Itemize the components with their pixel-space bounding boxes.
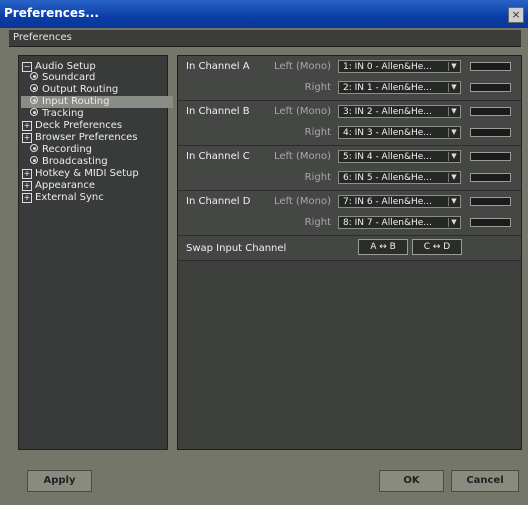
left-side-label: Left (Mono) — [274, 106, 331, 117]
right-input-select[interactable]: 6: IN 5 - Allen&He... ▼ — [338, 171, 461, 184]
bullet-icon — [30, 156, 38, 164]
right-side-label: Right — [304, 217, 331, 228]
ok-button[interactable]: OK — [379, 470, 444, 492]
sidebar-item[interactable]: + External Sync — [22, 192, 104, 204]
chevron-down-icon[interactable]: ▼ — [448, 107, 459, 116]
sidebar-item[interactable]: Recording — [22, 144, 92, 156]
right-input-select[interactable]: 2: IN 1 - Allen&He... ▼ — [338, 81, 461, 94]
level-meter — [470, 197, 511, 206]
left-input-select[interactable]: 1: IN 0 - Allen&He... ▼ — [338, 60, 461, 73]
level-meter — [470, 218, 511, 227]
title-bar[interactable]: Preferences... × — [0, 0, 528, 28]
plus-box-icon[interactable]: + — [22, 133, 32, 143]
sidebar-item-label: Audio Setup — [35, 61, 96, 72]
sidebar-item-label: Browser Preferences — [35, 132, 138, 143]
sidebar-item-label: External Sync — [35, 192, 104, 203]
sidebar-item[interactable]: Soundcard — [22, 72, 95, 84]
swap-ab-button[interactable]: A ↔ B — [358, 239, 408, 255]
sidebar-item-label: Hotkey & MIDI Setup — [35, 168, 139, 179]
channel-group: In Channel D Left (Mono) 7: IN 6 - Allen&H… — [178, 191, 521, 236]
input-routing-panel: In Channel A Left (Mono) 1: IN 0 - Allen&H… — [177, 55, 522, 450]
right-side-label: Right — [304, 82, 331, 93]
window-title: Preferences... — [4, 6, 99, 20]
level-meter — [470, 173, 511, 182]
select-value: 7: IN 6 - Allen&He... — [343, 197, 432, 207]
sidebar-tree: − Audio Setup Soundcard Output Routing Input… — [18, 55, 173, 450]
preferences-window: Preferences... × Preferences − Audio Setu… — [0, 0, 528, 505]
right-side-label: Right — [304, 127, 331, 138]
level-meter — [470, 107, 511, 116]
select-value: 6: IN 5 - Allen&He... — [343, 173, 432, 183]
sidebar-item[interactable]: + Appearance — [22, 180, 95, 192]
chevron-down-icon[interactable]: ▼ — [448, 62, 459, 71]
sidebar-item-label: Recording — [42, 144, 93, 155]
right-side-label: Right — [304, 172, 331, 183]
sidebar-item-label: Deck Preferences — [35, 120, 123, 131]
select-value: 3: IN 2 - Allen&He... — [343, 107, 432, 117]
bullet-icon — [30, 96, 38, 104]
level-meter — [470, 83, 511, 92]
bullet-icon — [30, 72, 38, 80]
left-input-select[interactable]: 5: IN 4 - Allen&He... ▼ — [338, 150, 461, 163]
channel-group: In Channel A Left (Mono) 1: IN 0 - Allen&H… — [178, 56, 521, 101]
apply-button[interactable]: Apply — [27, 470, 92, 492]
cancel-button[interactable]: Cancel — [451, 470, 519, 492]
chevron-down-icon[interactable]: ▼ — [448, 197, 459, 206]
select-value: 5: IN 4 - Allen&He... — [343, 152, 432, 162]
left-input-select[interactable]: 3: IN 2 - Allen&He... ▼ — [338, 105, 461, 118]
bullet-icon — [30, 84, 38, 92]
sidebar-item[interactable]: Output Routing — [22, 84, 118, 96]
channel-group: In Channel C Left (Mono) 5: IN 4 - Allen&H… — [178, 146, 521, 191]
right-input-select[interactable]: 4: IN 3 - Allen&He... ▼ — [338, 126, 461, 139]
sidebar-item-label: Input Routing — [42, 96, 110, 107]
select-value: 2: IN 1 - Allen&He... — [343, 83, 432, 93]
sidebar-item[interactable]: + Deck Preferences — [22, 120, 122, 132]
sidebar-item-label: Broadcasting — [42, 156, 108, 167]
plus-box-icon[interactable]: + — [22, 121, 32, 131]
level-meter — [470, 128, 511, 137]
sidebar-item[interactable]: Tracking — [22, 108, 84, 120]
level-meter — [470, 152, 511, 161]
close-button[interactable]: × — [508, 7, 524, 23]
minus-box-icon[interactable]: − — [22, 62, 32, 72]
sidebar-item-label: Soundcard — [42, 72, 96, 83]
chevron-down-icon[interactable]: ▼ — [448, 83, 459, 92]
select-value: 1: IN 0 - Allen&He... — [343, 62, 432, 72]
bullet-icon — [30, 144, 38, 152]
right-input-select[interactable]: 8: IN 7 - Allen&He... ▼ — [338, 216, 461, 229]
chevron-down-icon[interactable]: ▼ — [448, 173, 459, 182]
chevron-down-icon[interactable]: ▼ — [448, 152, 459, 161]
plus-box-icon[interactable]: + — [22, 181, 32, 191]
sidebar-item[interactable]: Broadcasting — [22, 156, 108, 168]
swap-cd-button[interactable]: C ↔ D — [412, 239, 462, 255]
sidebar-item[interactable]: + Browser Preferences — [22, 132, 138, 144]
level-meter — [470, 62, 511, 71]
sidebar-item-label: Tracking — [42, 108, 84, 119]
bullet-icon — [30, 108, 38, 116]
select-value: 4: IN 3 - Allen&He... — [343, 128, 432, 138]
channel-group: In Channel B Left (Mono) 3: IN 2 - Allen&H… — [178, 101, 521, 146]
swap-input-row: Swap Input Channel A ↔ B C ↔ D — [178, 236, 521, 261]
left-side-label: Left (Mono) — [274, 151, 331, 162]
header-title: Preferences — [13, 32, 72, 43]
sidebar-item[interactable]: Input Routing — [21, 96, 173, 108]
swap-input-label: Swap Input Channel — [186, 243, 287, 254]
chevron-down-icon[interactable]: ▼ — [448, 218, 459, 227]
plus-box-icon[interactable]: + — [22, 193, 32, 203]
left-side-label: Left (Mono) — [274, 196, 331, 207]
chevron-down-icon[interactable]: ▼ — [448, 128, 459, 137]
left-input-select[interactable]: 7: IN 6 - Allen&He... ▼ — [338, 195, 461, 208]
left-side-label: Left (Mono) — [274, 61, 331, 72]
sidebar-item-label: Appearance — [35, 180, 96, 191]
plus-box-icon[interactable]: + — [22, 169, 32, 179]
header-bar: Preferences — [9, 30, 521, 47]
sidebar-item-label: Output Routing — [42, 84, 119, 95]
select-value: 8: IN 7 - Allen&He... — [343, 218, 432, 228]
sidebar-item[interactable]: + Hotkey & MIDI Setup — [22, 168, 139, 180]
